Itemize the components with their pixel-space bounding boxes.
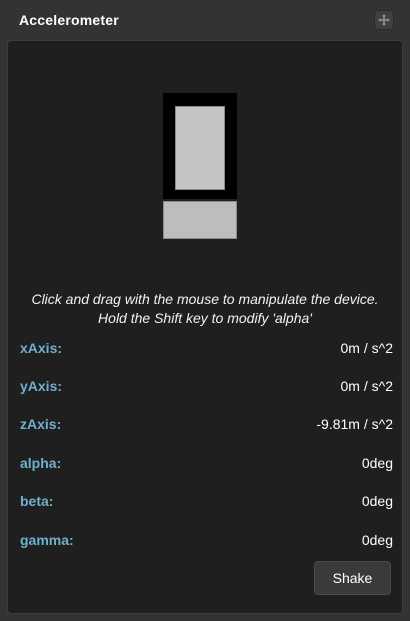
gamma-label: gamma:: [20, 532, 74, 548]
alpha-label: alpha:: [20, 455, 62, 471]
accelerometer-panel: Accelerometer Click and drag with the mo…: [0, 0, 410, 621]
zaxis-label: zAxis:: [20, 416, 62, 432]
device-model[interactable]: [163, 93, 239, 241]
shake-button[interactable]: Shake: [314, 561, 391, 595]
instruction-line-2: Hold the Shift key to modify 'alpha': [98, 310, 312, 326]
reading-row-alpha: alpha: 0deg: [20, 455, 393, 473]
xaxis-value: 0m / s^2: [340, 340, 393, 356]
reading-row-xaxis: xAxis: 0m / s^2: [20, 340, 393, 358]
move-icon: [378, 14, 390, 26]
device-screen: [175, 106, 225, 190]
yaxis-value: 0m / s^2: [340, 378, 393, 394]
instruction-line-1: Click and drag with the mouse to manipul…: [31, 291, 379, 307]
reading-row-yaxis: yAxis: 0m / s^2: [20, 378, 393, 396]
xaxis-label: xAxis:: [20, 340, 63, 356]
alpha-value: 0deg: [361, 455, 393, 471]
move-handle-button[interactable]: [374, 10, 394, 30]
beta-value: 0deg: [361, 493, 393, 509]
zaxis-value: -9.81m / s^2: [316, 416, 393, 432]
panel-title: Accelerometer: [19, 12, 119, 28]
gamma-value: 0deg: [361, 532, 393, 548]
accelerometer-content: Click and drag with the mouse to manipul…: [7, 40, 403, 614]
reading-row-beta: beta: 0deg: [20, 493, 393, 511]
reading-row-zaxis: zAxis: -9.81m / s^2: [20, 416, 393, 434]
yaxis-label: yAxis:: [20, 378, 63, 394]
panel-titlebar: Accelerometer: [0, 0, 410, 40]
device-body: [163, 93, 237, 199]
beta-label: beta:: [20, 493, 54, 509]
instructions-text: Click and drag with the mouse to manipul…: [8, 290, 402, 328]
reading-row-gamma: gamma: 0deg: [20, 532, 393, 550]
device-base: [163, 201, 237, 239]
